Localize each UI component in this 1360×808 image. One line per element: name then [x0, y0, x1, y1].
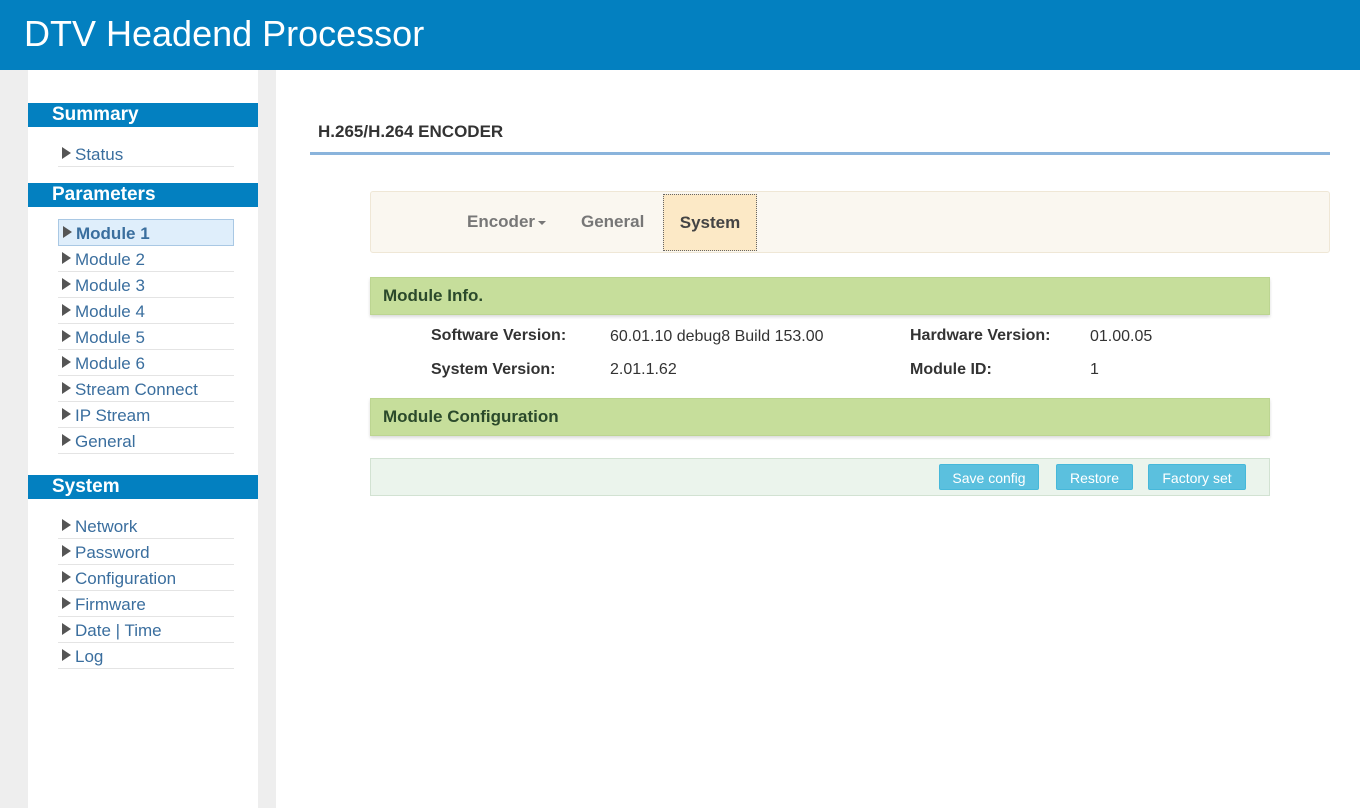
tab-bar: Encoder General System [370, 191, 1330, 253]
hardware-version-label: Hardware Version: [910, 327, 1051, 344]
sidebar-item-label: Password [75, 543, 150, 562]
module-id-label: Module ID: [910, 361, 992, 378]
top-header-bar: DTV Headend Processor [0, 0, 1360, 70]
sidebar-heading-system: System [28, 475, 258, 499]
sidebar-heading-summary: Summary [28, 103, 258, 127]
tab-label: General [581, 212, 645, 231]
save-config-button[interactable]: Save config [939, 464, 1039, 490]
sidebar-item-module-1[interactable]: Module 1 [58, 219, 234, 246]
sidebar-heading-label: Summary [52, 104, 139, 125]
triangle-right-icon [62, 519, 71, 531]
app-title: DTV Headend Processor [24, 13, 425, 54]
sidebar-item-label: IP Stream [75, 406, 151, 425]
sidebar-summary-list: Status [58, 141, 234, 167]
triangle-right-icon [62, 649, 71, 661]
sidebar-heading-label: System [52, 476, 120, 497]
sidebar-item-label: Firmware [75, 595, 146, 614]
triangle-right-icon [62, 408, 71, 420]
restore-button[interactable]: Restore [1056, 464, 1133, 490]
sidebar-item-configuration[interactable]: Configuration [58, 565, 234, 591]
triangle-right-icon [62, 382, 71, 394]
section-heading: Module Configuration [383, 407, 559, 426]
sidebar-item-label: Configuration [75, 569, 177, 588]
sidebar-item-log[interactable]: Log [58, 643, 234, 669]
tab-encoder[interactable]: Encoder [467, 192, 547, 252]
module-id-value: 1 [1090, 361, 1099, 378]
sidebar-item-module-3[interactable]: Module 3 [58, 272, 234, 298]
main-content: H.265/H.264 ENCODER Encoder General Syst… [276, 70, 1360, 808]
sidebar-item-status[interactable]: Status [58, 141, 234, 167]
section-heading: Module Info. [383, 286, 484, 305]
sidebar-item-label: Module 1 [76, 224, 150, 243]
sidebar-item-date-time[interactable]: Date | Time [58, 617, 234, 643]
module-configuration-header: Module Configuration [370, 398, 1270, 436]
title-divider [310, 152, 1330, 155]
triangle-right-icon [62, 147, 71, 159]
sidebar-item-module-4[interactable]: Module 4 [58, 298, 234, 324]
factory-set-button[interactable]: Factory set [1148, 464, 1246, 490]
sidebar-item-password[interactable]: Password [58, 539, 234, 565]
sidebar-item-network[interactable]: Network [58, 513, 234, 539]
tab-label: Encoder [467, 212, 536, 231]
triangle-right-icon [62, 434, 71, 446]
page-title: H.265/H.264 ENCODER [318, 122, 504, 141]
triangle-right-icon [63, 226, 72, 238]
sidebar-item-label: Network [75, 517, 138, 536]
sidebar-item-module-2[interactable]: Module 2 [58, 246, 234, 272]
sidebar-item-module-6[interactable]: Module 6 [58, 350, 234, 376]
sidebar-item-label: Date | Time [75, 621, 162, 640]
sidebar-item-module-5[interactable]: Module 5 [58, 324, 234, 350]
software-version-value: 60.01.10 debug8 Build 153.00 [610, 328, 824, 345]
sidebar-item-firmware[interactable]: Firmware [58, 591, 234, 617]
sidebar-item-label: Module 6 [75, 354, 145, 373]
triangle-right-icon [62, 571, 71, 583]
hardware-version-value: 01.00.05 [1090, 328, 1153, 345]
system-version-label: System Version: [431, 361, 556, 378]
sidebar-item-label: Module 3 [75, 276, 145, 295]
sidebar-item-label: Module 2 [75, 250, 145, 269]
triangle-right-icon [62, 304, 71, 316]
caret-down-icon [538, 220, 547, 225]
sidebar-item-label: Status [75, 145, 124, 164]
sidebar-heading-label: Parameters [52, 184, 156, 205]
sidebar-item-label: Module 4 [75, 302, 145, 321]
triangle-right-icon [62, 278, 71, 290]
tab-system[interactable]: System [663, 194, 757, 251]
tab-label: System [679, 213, 741, 232]
sidebar: Summary Status Parameters Module 1 Modul… [28, 70, 258, 808]
triangle-right-icon [62, 252, 71, 264]
triangle-right-icon [62, 330, 71, 342]
config-button-bar: Save config Restore Factory set [370, 458, 1270, 496]
tab-general[interactable]: General [581, 192, 644, 252]
system-version-value: 2.01.1.62 [610, 361, 677, 378]
triangle-right-icon [62, 623, 71, 635]
sidebar-heading-parameters: Parameters [28, 183, 258, 207]
triangle-right-icon [62, 356, 71, 368]
sidebar-item-ip-stream[interactable]: IP Stream [58, 402, 234, 428]
sidebar-item-label: Log [75, 647, 104, 666]
sidebar-system-list: Network Password Configuration Firmware … [58, 513, 234, 669]
sidebar-item-label: General [75, 432, 136, 451]
software-version-label: Software Version: [431, 327, 567, 344]
module-info-header: Module Info. [370, 277, 1270, 315]
triangle-right-icon [62, 597, 71, 609]
sidebar-item-label: Module 5 [75, 328, 145, 347]
triangle-right-icon [62, 545, 71, 557]
sidebar-item-stream-connect[interactable]: Stream Connect [58, 376, 234, 402]
sidebar-item-label: Stream Connect [75, 380, 198, 399]
sidebar-item-general[interactable]: General [58, 428, 234, 454]
sidebar-parameters-list: Module 1 Module 2 Module 3 Module 4 Modu… [58, 219, 234, 454]
